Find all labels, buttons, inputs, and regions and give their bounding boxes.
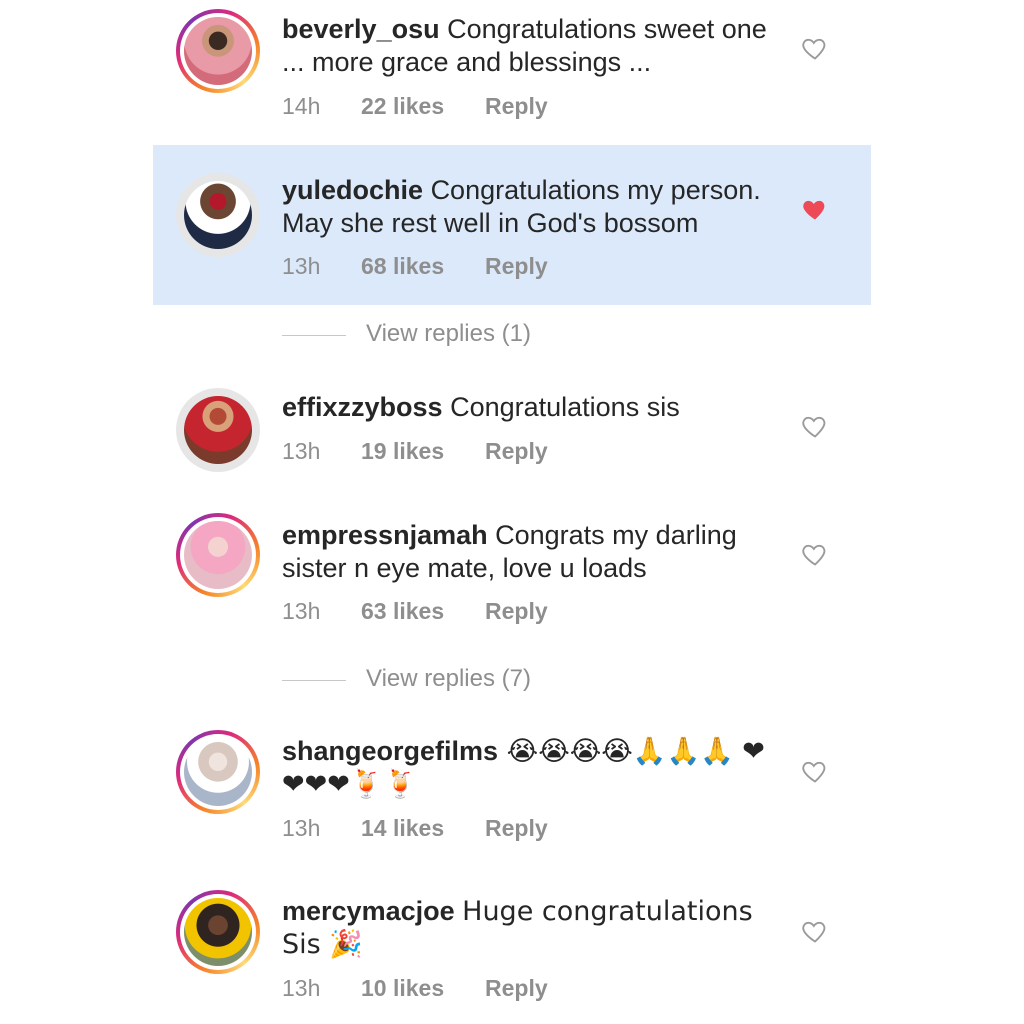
avatar[interactable] [176,513,260,597]
comment-text: mercymacjoe Huge congratulations Sis 🎉 [282,895,782,961]
heart-outline-icon[interactable] [801,34,829,62]
comment-username[interactable]: shangeorgefilms [282,736,498,766]
comment-likes-count[interactable]: 10 likes [361,975,444,1002]
comment-likes-count[interactable]: 63 likes [361,598,444,625]
comment-body: Congratulations sis [450,392,680,422]
comment-text: yuledochie Congratulations my person. Ma… [282,174,782,240]
reply-button[interactable]: Reply [485,438,548,465]
comment-text: effixzzyboss Congratulations sis [282,391,782,424]
comment-likes-count[interactable]: 68 likes [361,253,444,280]
reply-button[interactable]: Reply [485,975,548,1002]
divider-line [282,680,346,681]
comment-item: beverly_osu Congratulations sweet one ..… [153,0,871,140]
view-replies-label[interactable]: View replies (7) [366,665,531,693]
comment-timestamp: 13h [282,253,321,279]
avatar[interactable] [176,730,260,814]
comment-username[interactable]: effixzzyboss [282,392,443,422]
avatar[interactable] [176,890,260,974]
avatar[interactable] [176,9,260,93]
heart-outline-icon[interactable] [801,917,829,945]
comment-username[interactable]: empressnjamah [282,520,488,550]
comment-likes-count[interactable]: 19 likes [361,438,444,465]
heart-outline-icon[interactable] [801,757,829,785]
heart-outline-icon[interactable] [801,540,829,568]
heart-outline-icon[interactable] [801,412,829,440]
comment-text: empressnjamah Congrats my darling sister… [282,519,782,585]
reply-button[interactable]: Reply [485,253,548,280]
reply-button[interactable]: Reply [485,598,548,625]
comment-timestamp: 13h [282,975,321,1001]
comment-timestamp: 14h [282,93,321,119]
avatar[interactable] [176,173,260,257]
comment-timestamp: 13h [282,815,321,841]
divider-line [282,335,346,336]
comment-item: mercymacjoe Huge congratulations Sis 🎉 1… [153,885,871,1020]
comment-item: effixzzyboss Congratulations sis 13h 19 … [153,380,871,480]
comment-item: shangeorgefilms 😭😭😭😭🙏🙏🙏 ❤❤❤❤🍹🍹 13h 14 li… [153,725,871,855]
comment-text: beverly_osu Congratulations sweet one ..… [282,13,782,79]
comment-timestamp: 13h [282,438,321,464]
comment-text: shangeorgefilms 😭😭😭😭🙏🙏🙏 ❤❤❤❤🍹🍹 [282,735,782,801]
heart-filled-icon[interactable] [801,195,829,223]
comment-username[interactable]: beverly_osu [282,14,440,44]
comment-likes-count[interactable]: 14 likes [361,815,444,842]
comment-item-highlighted: yuledochie Congratulations my person. Ma… [153,145,871,305]
avatar[interactable] [176,388,260,472]
view-replies-label[interactable]: View replies (1) [366,320,531,348]
reply-button[interactable]: Reply [485,93,548,120]
comment-timestamp: 13h [282,598,321,624]
comment-likes-count[interactable]: 22 likes [361,93,444,120]
comment-username[interactable]: yuledochie [282,175,423,205]
comment-item: empressnjamah Congrats my darling sister… [153,510,871,640]
comment-username[interactable]: mercymacjoe [282,896,455,926]
reply-button[interactable]: Reply [485,815,548,842]
